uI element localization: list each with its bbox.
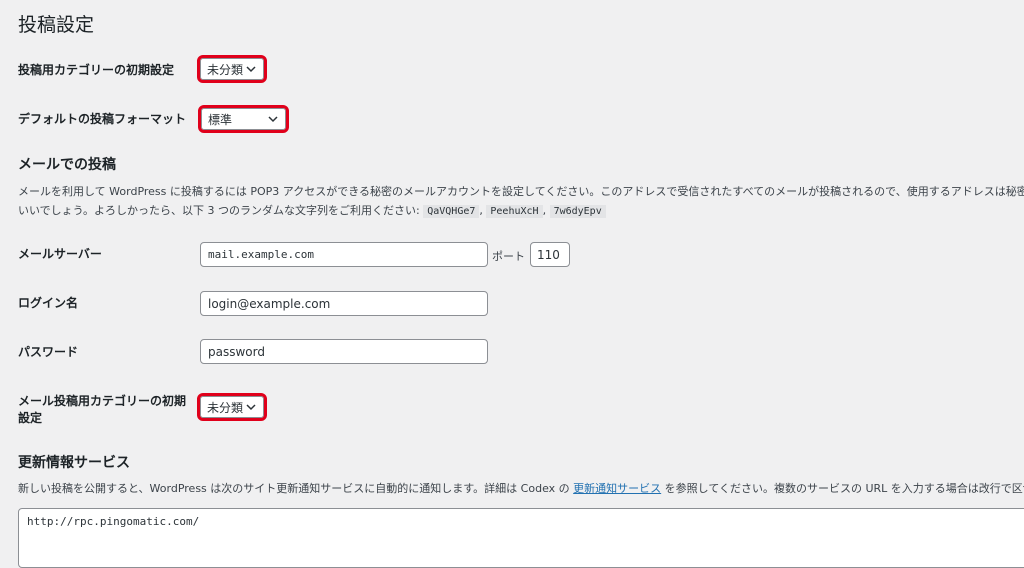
default-category-label: 投稿用カテゴリーの初期設定	[18, 63, 175, 77]
mail-category-label: メール投稿用カテゴリーの初期 設定	[18, 393, 186, 427]
port-input[interactable]: 110	[530, 242, 570, 267]
mail-server-label: メールサーバー	[18, 247, 102, 261]
email-section-desc-line1: メールを利用して WordPress に投稿するには POP3 アクセスができる…	[18, 185, 1024, 198]
mail-category-value: 未分類	[207, 400, 244, 415]
email-section-desc-line2: いいでしょう。よろしかったら、以下 3 つのランダムな文字列をご利用ください: …	[18, 201, 606, 221]
page-title: 投稿設定	[18, 14, 95, 36]
chevron-down-icon	[246, 66, 256, 73]
password-input[interactable]: password	[200, 339, 488, 364]
default-category-select[interactable]: 未分類	[197, 55, 267, 83]
email-section-title: メールでの投稿	[18, 157, 116, 173]
default-format-label: デフォルトの投稿フォーマット	[18, 112, 187, 126]
random-string-3: 7w6dyEpv	[549, 205, 606, 218]
separator: ,	[542, 204, 547, 217]
update-services-desc-suffix: を参照してください。複数のサービスの URL を入力する場合は改行で区切ります	[664, 482, 1024, 495]
default-format-value: 標準	[208, 112, 233, 127]
separator: ,	[479, 204, 483, 217]
update-services-desc: 新しい投稿を公開すると、WordPress は次のサイト更新通知サービスに自動的…	[18, 479, 1024, 498]
update-services-desc-prefix: 新しい投稿を公開すると、WordPress は次のサイト更新通知サービスに自動的…	[18, 482, 570, 495]
default-category-value: 未分類	[207, 62, 244, 77]
random-string-2: PeehuXcH	[486, 205, 543, 218]
chevron-down-icon	[246, 404, 256, 411]
chevron-down-icon	[268, 116, 278, 123]
update-services-link[interactable]: 更新通知サービス	[573, 482, 661, 495]
default-format-select[interactable]: 標準	[198, 105, 289, 133]
mail-server-input[interactable]: mail.example.com	[200, 242, 488, 267]
random-string-1: QaVQHGe7	[423, 205, 480, 218]
login-name-label: ログイン名	[18, 296, 79, 310]
port-label: ポート	[492, 250, 525, 263]
mail-category-select[interactable]: 未分類	[197, 393, 267, 421]
update-services-textarea[interactable]: http://rpc.pingomatic.com/	[18, 508, 1024, 568]
mail-category-label-line1: メール投稿用カテゴリーの初期	[18, 394, 187, 408]
login-name-input[interactable]: login@example.com	[200, 291, 488, 316]
mail-category-label-line2: 設定	[18, 411, 43, 425]
update-services-title: 更新情報サービス	[18, 455, 130, 471]
email-desc-text: いいでしょう。よろしかったら、以下 3 つのランダムな文字列をご利用ください:	[18, 204, 420, 217]
password-label: パスワード	[18, 345, 79, 359]
